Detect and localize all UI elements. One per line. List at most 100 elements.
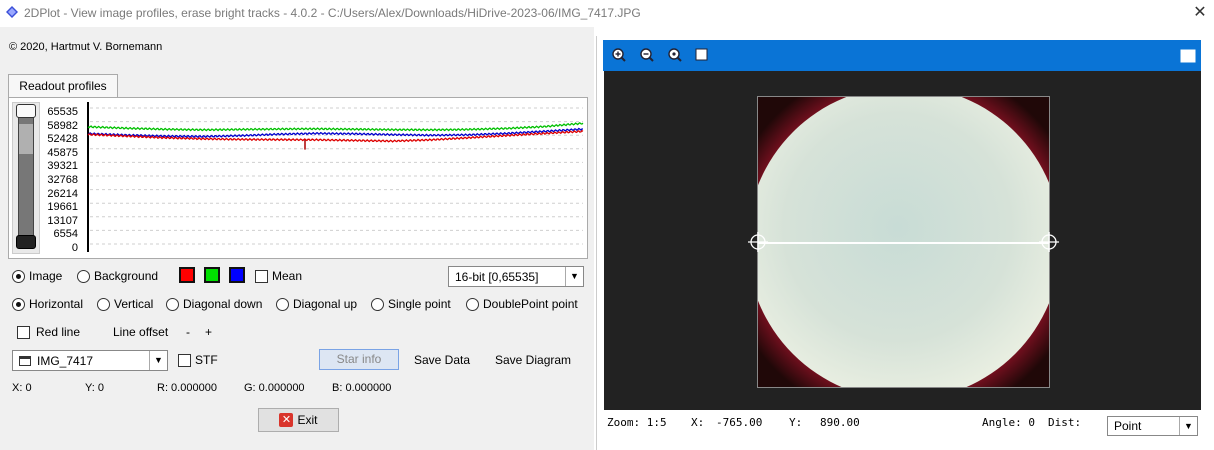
radio-doublepoint-label: DoublePoint point [483,297,578,311]
coord-x-label: X: [691,416,705,429]
y-tick-label: 58982 [47,119,78,132]
mean-checkbox[interactable]: Mean [255,269,302,283]
dist-label: Dist: [1048,416,1082,429]
red-line-checkbox[interactable]: Red line [17,325,80,339]
bitdepth-value: 16-bit [0,65535] [455,269,539,284]
offset-decrease-button[interactable]: - [186,325,190,339]
radio-vertical[interactable]: Vertical [97,297,153,311]
slider-range-fill [19,124,33,154]
exit-button[interactable]: ✕ Exit [258,408,339,432]
chevron-down-icon[interactable]: ▼ [149,351,167,370]
red-channel-button[interactable] [179,267,195,283]
radio-diagonal-down-indicator[interactable] [166,297,179,311]
stf-label: STF [195,353,218,367]
blue-channel-button[interactable] [229,267,245,283]
readout-b: B: 0.000000 [332,382,392,394]
green-channel-button[interactable] [204,267,220,283]
offset-increase-button[interactable]: + [205,325,212,339]
close-icon[interactable]: ✕ [1190,3,1210,23]
y-tick-label: 65535 [47,106,78,118]
red-swatch[interactable] [179,267,195,283]
red-line-label: Red line [36,325,81,339]
zoom-level: Zoom: 1:5 [607,416,667,429]
tab-readout-profiles[interactable]: Readout profiles [8,74,118,98]
readout-g: G: 0.000000 [244,382,305,394]
stf-checkbox[interactable]: STF [178,353,218,367]
radio-single-point[interactable]: Single point [371,297,451,311]
profile-chart [87,102,584,252]
zoom-in-icon[interactable] [612,48,626,62]
y-tick-label: 45875 [47,146,78,159]
red-line-check-indicator[interactable] [17,325,30,339]
image-preview [758,97,1049,387]
chevron-down-icon[interactable]: ▼ [1179,417,1197,435]
line-offset-label: Line offset [113,325,169,339]
close-icon: ✕ [279,413,294,427]
green-swatch[interactable] [204,267,220,283]
radio-horizontal-indicator[interactable] [12,297,25,311]
save-data-button[interactable]: Save Data [414,353,470,367]
radio-image-label: Image [29,269,63,283]
slider-upper-handle[interactable] [16,104,36,118]
profile-start-handle[interactable] [748,232,768,252]
radio-background-label: Background [94,269,159,283]
radio-doublepoint[interactable]: DoublePoint point [466,297,578,311]
readout-y: Y: 0 [85,382,104,394]
radio-background[interactable]: Background [77,269,158,283]
readout-x: X: 0 [12,382,32,394]
radio-background-indicator[interactable] [77,269,90,283]
radio-diagonal-down[interactable]: Diagonal down [166,297,262,311]
radio-image[interactable]: Image [12,269,62,283]
stf-check-indicator[interactable] [178,353,191,367]
astro-image[interactable] [757,96,1050,388]
radio-vertical-indicator[interactable] [97,297,110,311]
coord-x-value: -765.00 [716,416,763,429]
y-tick-label: 32768 [47,173,78,186]
y-tick-label: 13107 [47,214,78,227]
radio-single-point-label: Single point [388,297,451,311]
radio-vertical-label: Vertical [114,297,154,311]
y-tick-label: 26214 [47,187,78,200]
panel-divider [596,36,597,450]
window-title: 2DPlot - View image profiles, erase brig… [24,6,641,20]
radio-diagonal-up-indicator[interactable] [276,297,289,311]
radio-diagonal-up-label: Diagonal up [293,297,358,311]
radio-diagonal-down-label: Diagonal down [183,297,263,311]
window-icon[interactable] [1180,49,1196,63]
coord-y-label: Y: [789,416,803,429]
radio-horizontal-label: Horizontal [29,297,84,311]
slider-lower-handle[interactable] [16,235,36,249]
blue-swatch[interactable] [229,267,245,283]
series-line-0 [87,121,584,132]
measure-mode-select[interactable]: Point ▼ [1107,416,1198,436]
radio-image-indicator[interactable] [12,269,25,283]
y-tick-label: 6554 [53,228,78,241]
mean-check-indicator[interactable] [255,269,268,283]
radio-single-point-indicator[interactable] [371,297,384,311]
star-info-button[interactable]: Star info [319,349,399,370]
exit-label: Exit [297,413,318,427]
y-tick-label: 19661 [47,201,78,214]
zoom-out-icon[interactable] [640,48,654,62]
chevron-down-icon[interactable]: ▼ [565,267,583,286]
app-icon [6,6,18,18]
y-tick-label: 0 [71,242,78,254]
coord-y-value: 890.00 [820,416,860,429]
viewer-toolbar [603,40,1201,71]
y-tick-label: 52428 [47,133,78,146]
stop-icon[interactable] [695,48,709,62]
y-axis-tick-labels: 65535 58982 52428 45875 39321 32768 26214 19661… [42,104,78,254]
radio-horizontal[interactable]: Horizontal [12,297,83,311]
radio-doublepoint-indicator[interactable] [466,297,479,311]
radio-diagonal-up[interactable]: Diagonal up [276,297,357,311]
save-diagram-button[interactable]: Save Diagram [495,353,571,367]
image-select[interactable]: IMG_7417 ▼ [12,350,168,371]
readout-r: R: 0.000000 [157,382,217,394]
mean-label: Mean [272,269,303,283]
zoom-fit-icon[interactable] [668,48,682,62]
profile-end-handle[interactable] [1039,232,1059,252]
bitdepth-select[interactable]: 16-bit [0,65535] ▼ [448,266,584,287]
y-tick-label: 39321 [47,160,78,173]
measure-mode-value: Point [1114,419,1142,433]
image-icon [19,355,31,366]
